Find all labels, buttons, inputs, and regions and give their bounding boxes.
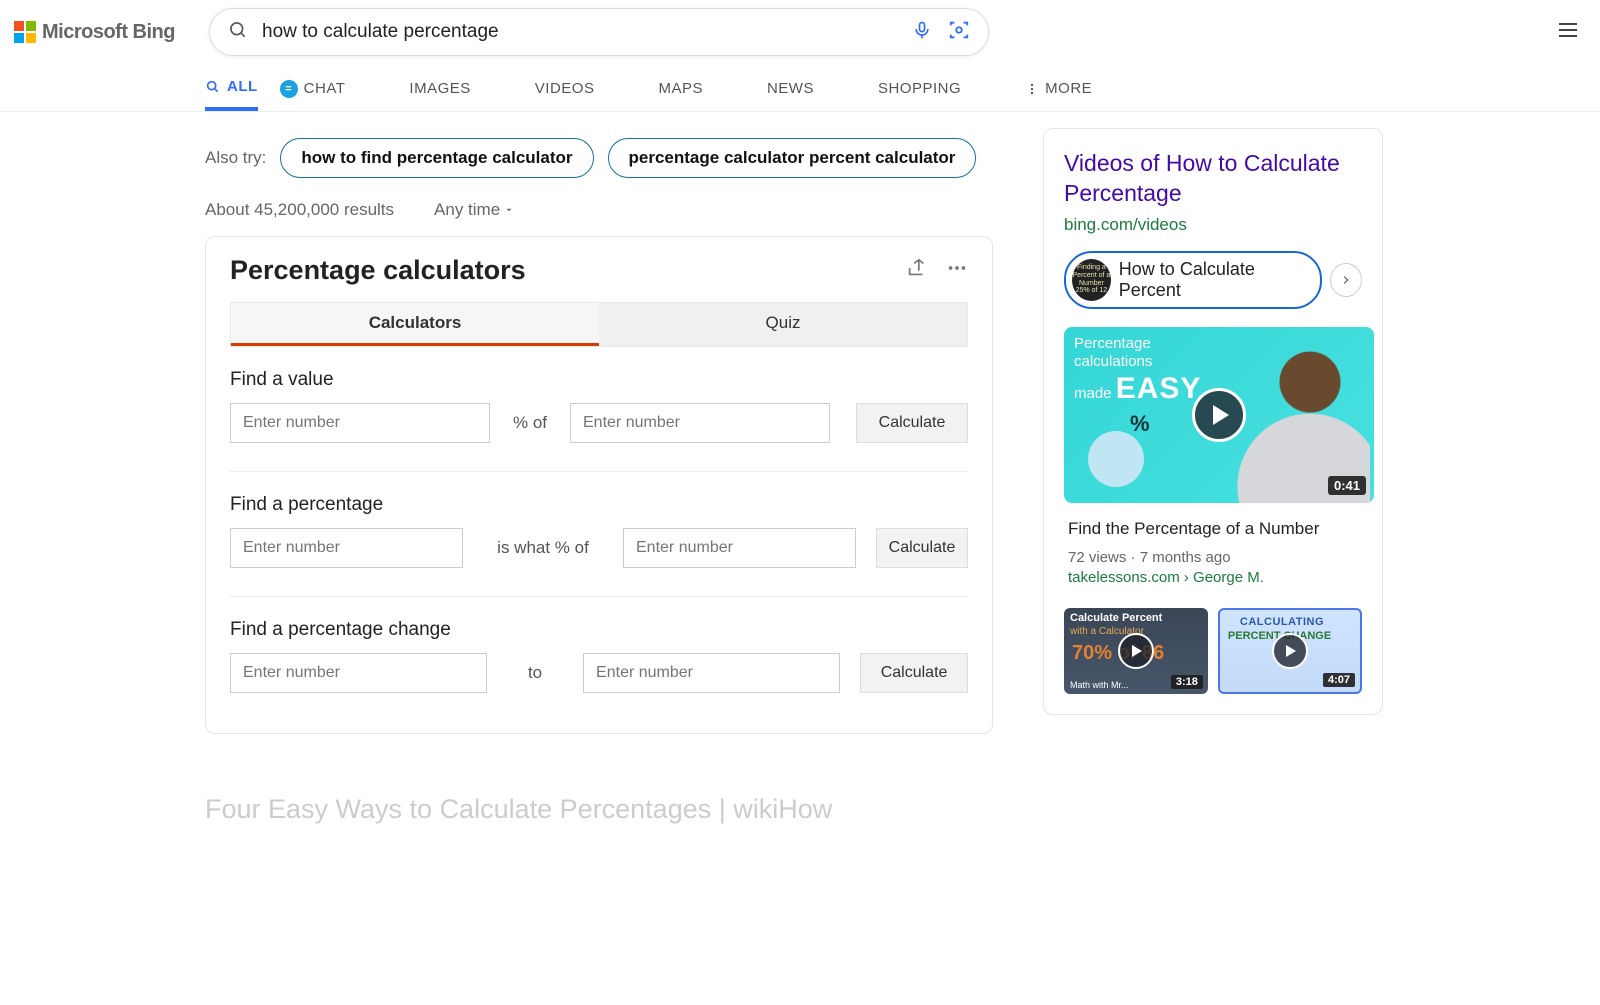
tab-chat-label: CHAT xyxy=(304,80,346,97)
time-filter-dropdown[interactable]: Any time xyxy=(434,200,514,220)
tab-quiz[interactable]: Quiz xyxy=(599,303,967,346)
tab-shopping[interactable]: SHOPPING xyxy=(878,78,961,111)
card-title: Percentage calculators xyxy=(230,255,526,286)
tab-news[interactable]: NEWS xyxy=(767,78,814,111)
result-count: About 45,200,000 results xyxy=(205,200,394,220)
find-percentage-calculate-button[interactable]: Calculate xyxy=(876,528,968,568)
chat-icon xyxy=(280,80,298,98)
main-video-title[interactable]: Find the Percentage of a Number xyxy=(1068,519,1358,539)
also-try-label: Also try: xyxy=(205,148,266,168)
find-value-operator: % of xyxy=(510,413,550,433)
find-value-title: Find a value xyxy=(230,369,968,391)
find-percentage-title: Find a percentage xyxy=(230,494,968,516)
search-nav-tabs: ALL CHAT IMAGES VIDEOS MAPS NEWS SHOPPIN… xyxy=(0,60,1600,112)
percent-graphic-icon xyxy=(1088,431,1144,487)
find-change-input-1[interactable] xyxy=(230,653,487,693)
chevron-right-icon xyxy=(1339,273,1353,287)
main-video-thumbnail[interactable]: Percentage calculations made EASY 0:41 xyxy=(1064,327,1374,503)
hamburger-menu-icon[interactable] xyxy=(1556,18,1580,47)
tab-calculators[interactable]: Calculators xyxy=(231,303,599,346)
also-try-row: Also try: how to find percentage calcula… xyxy=(205,138,995,178)
find-change-calculate-button[interactable]: Calculate xyxy=(860,653,968,693)
find-change-title: Find a percentage change xyxy=(230,619,968,641)
play-icon xyxy=(1192,388,1246,442)
results-meta-row: About 45,200,000 results Any time xyxy=(205,200,995,220)
dots-vertical-icon xyxy=(1025,82,1039,96)
chip-next-button[interactable] xyxy=(1330,263,1362,297)
videos-panel-title[interactable]: Videos of How to Calculate Percentage xyxy=(1064,149,1362,209)
mini-video-0[interactable]: Calculate Percent with a Calculator 70% … xyxy=(1064,608,1208,694)
share-icon[interactable] xyxy=(906,257,928,284)
find-percentage-section: Find a percentage is what % of Calculate xyxy=(230,494,968,568)
tab-all[interactable]: ALL xyxy=(205,78,258,111)
microphone-icon[interactable] xyxy=(912,18,932,47)
tab-videos[interactable]: VIDEOS xyxy=(535,78,595,111)
play-icon xyxy=(1118,633,1154,669)
chip-thumbnail-icon: Finding a Percent of a Number 25% of 12 xyxy=(1072,259,1111,301)
also-try-pill-0[interactable]: how to find percentage calculator xyxy=(280,138,593,178)
tab-images[interactable]: IMAGES xyxy=(409,78,470,111)
find-percentage-input-2[interactable] xyxy=(623,528,856,568)
duration-badge: 3:18 xyxy=(1171,675,1203,689)
find-value-calculate-button[interactable]: Calculate xyxy=(856,403,968,443)
brand-text: Microsoft Bing xyxy=(42,21,175,44)
find-change-section: Find a percentage change to Calculate xyxy=(230,619,968,693)
mini-video-1[interactable]: CALCULATING PERCENT CHANGE 4:07 xyxy=(1218,608,1362,694)
videos-panel-source[interactable]: bing.com/videos xyxy=(1064,215,1362,235)
find-value-input-1[interactable] xyxy=(230,403,490,443)
header: Microsoft Bing xyxy=(0,0,1600,60)
tab-more[interactable]: MORE xyxy=(1025,78,1092,111)
tab-maps[interactable]: MAPS xyxy=(658,78,703,111)
also-try-pill-1[interactable]: percentage calculator percent calculator xyxy=(608,138,977,178)
video-overlay-text: Percentage calculations made EASY xyxy=(1074,335,1201,407)
more-options-icon[interactable] xyxy=(946,257,968,284)
percentage-calculator-card: Percentage calculators Calculators Quiz … xyxy=(205,236,993,734)
duration-badge: 0:41 xyxy=(1328,476,1366,495)
main-video-source[interactable]: takelessons.com › George M. xyxy=(1068,569,1358,586)
next-result-teaser: Four Easy Ways to Calculate Percentages … xyxy=(205,794,995,825)
search-input[interactable] xyxy=(262,21,902,43)
chip-label: How to Calculate Percent xyxy=(1119,259,1307,301)
find-percentage-input-1[interactable] xyxy=(230,528,463,568)
find-value-section: Find a value % of Calculate xyxy=(230,369,968,443)
videos-side-panel: Videos of How to Calculate Percentage bi… xyxy=(1043,128,1383,715)
find-percentage-operator: is what % of xyxy=(483,538,603,558)
bing-logo[interactable]: Microsoft Bing xyxy=(14,21,175,44)
visual-search-icon[interactable] xyxy=(948,19,970,46)
search-small-icon xyxy=(205,79,221,95)
microsoft-logo-icon xyxy=(14,21,36,43)
card-tabbar: Calculators Quiz xyxy=(230,302,968,347)
main-video-meta: 72 views · 7 months ago xyxy=(1068,549,1358,566)
tab-all-label: ALL xyxy=(227,78,258,95)
caret-down-icon xyxy=(504,205,514,215)
search-icon[interactable] xyxy=(228,20,248,45)
find-value-input-2[interactable] xyxy=(570,403,830,443)
video-topic-chip[interactable]: Finding a Percent of a Number 25% of 12 … xyxy=(1064,251,1322,309)
search-box[interactable] xyxy=(209,8,989,56)
find-change-operator: to xyxy=(507,663,563,683)
tab-chat[interactable]: CHAT xyxy=(280,78,346,111)
duration-badge: 4:07 xyxy=(1323,673,1355,687)
play-icon xyxy=(1272,633,1308,669)
find-change-input-2[interactable] xyxy=(583,653,840,693)
